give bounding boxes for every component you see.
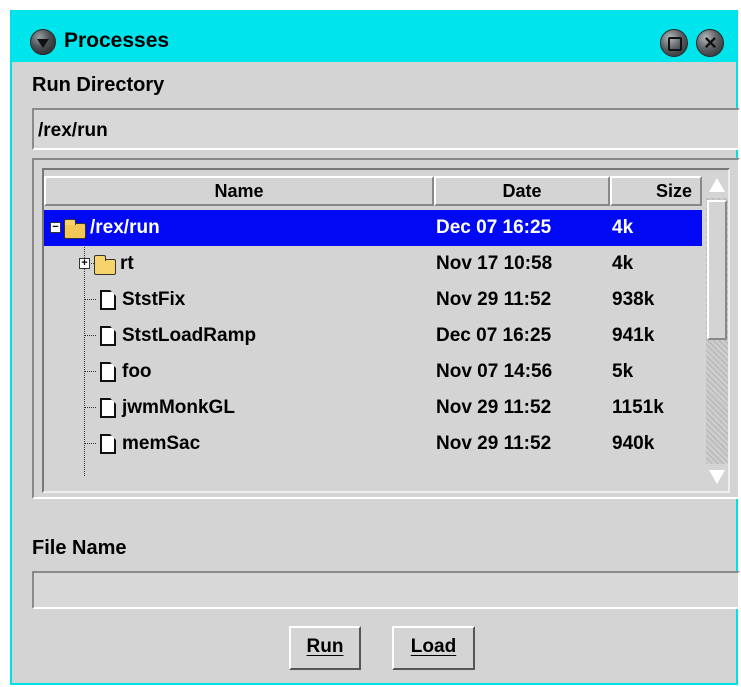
scroll-up-icon[interactable] — [706, 172, 728, 198]
row-name: /rex/run — [90, 217, 160, 238]
file-list[interactable]: Name Date Size − /rex/run Dec 07 16:25 4… — [42, 168, 730, 493]
file-icon — [100, 362, 116, 382]
folder-icon — [94, 255, 116, 275]
run-button[interactable]: Run — [289, 626, 361, 670]
row-date: Nov 29 11:52 — [436, 289, 552, 310]
row-date: Nov 29 11:52 — [436, 433, 552, 454]
row-size: 1151k — [612, 397, 664, 418]
scroll-down-icon[interactable] — [706, 464, 728, 490]
close-icon[interactable] — [696, 29, 724, 57]
window-title: Processes — [64, 29, 170, 52]
row-name: jwmMonkGL — [122, 397, 235, 418]
file-icon — [100, 290, 116, 310]
collapse-icon[interactable]: − — [50, 222, 61, 233]
scroll-thumb[interactable] — [707, 200, 727, 340]
table-row[interactable]: memSac Nov 29 11:52 940k — [44, 426, 702, 462]
row-name: foo — [122, 361, 152, 382]
row-size: 4k — [612, 217, 634, 238]
file-name-field[interactable] — [32, 571, 740, 609]
table-row[interactable]: StstLoadRamp Dec 07 16:25 941k — [44, 318, 702, 354]
column-header-name[interactable]: Name — [44, 176, 434, 206]
row-name: StstLoadRamp — [122, 325, 257, 346]
table-row[interactable]: + rt Nov 17 10:58 4k — [44, 246, 702, 282]
table-row[interactable]: − /rex/run Dec 07 16:25 4k — [44, 210, 702, 246]
row-date: Nov 17 10:58 — [436, 253, 553, 274]
expand-icon[interactable]: + — [79, 258, 90, 269]
vertical-scrollbar[interactable] — [706, 172, 728, 490]
row-size: 938k — [612, 289, 655, 310]
file-list-frame: Name Date Size − /rex/run Dec 07 16:25 4… — [32, 158, 740, 499]
open-folder-icon — [64, 219, 86, 239]
row-name: StstFix — [122, 289, 186, 310]
column-header-size[interactable]: Size — [610, 176, 702, 206]
maximize-icon[interactable] — [660, 29, 688, 57]
processes-window: Processes Run Directory /rex/run Name Da… — [10, 10, 740, 685]
row-size: 941k — [612, 325, 655, 346]
table-row[interactable]: StstFix Nov 29 11:52 938k — [44, 282, 702, 318]
table-row[interactable]: foo Nov 07 14:56 5k — [44, 354, 702, 390]
row-size: 4k — [612, 253, 634, 274]
row-name: rt — [120, 253, 134, 274]
file-name-label: File Name — [32, 537, 127, 559]
column-header-date[interactable]: Date — [434, 176, 610, 206]
file-icon — [100, 434, 116, 454]
window-menu-icon[interactable] — [30, 29, 56, 55]
load-button[interactable]: Load — [392, 626, 475, 670]
table-row[interactable]: jwmMonkGL Nov 29 11:52 1151k — [44, 390, 702, 426]
file-icon — [100, 326, 116, 346]
row-name: memSac — [122, 433, 201, 454]
run-directory-field[interactable]: /rex/run — [32, 108, 740, 150]
row-date: Dec 07 16:25 — [436, 325, 552, 346]
row-size: 940k — [612, 433, 655, 454]
row-date: Dec 07 16:25 — [436, 217, 552, 238]
file-icon — [100, 398, 116, 418]
row-date: Nov 29 11:52 — [436, 397, 552, 418]
row-size: 5k — [612, 361, 634, 382]
row-date: Nov 07 14:56 — [436, 361, 553, 382]
titlebar[interactable]: Processes — [12, 10, 736, 62]
run-directory-label: Run Directory — [32, 74, 165, 96]
